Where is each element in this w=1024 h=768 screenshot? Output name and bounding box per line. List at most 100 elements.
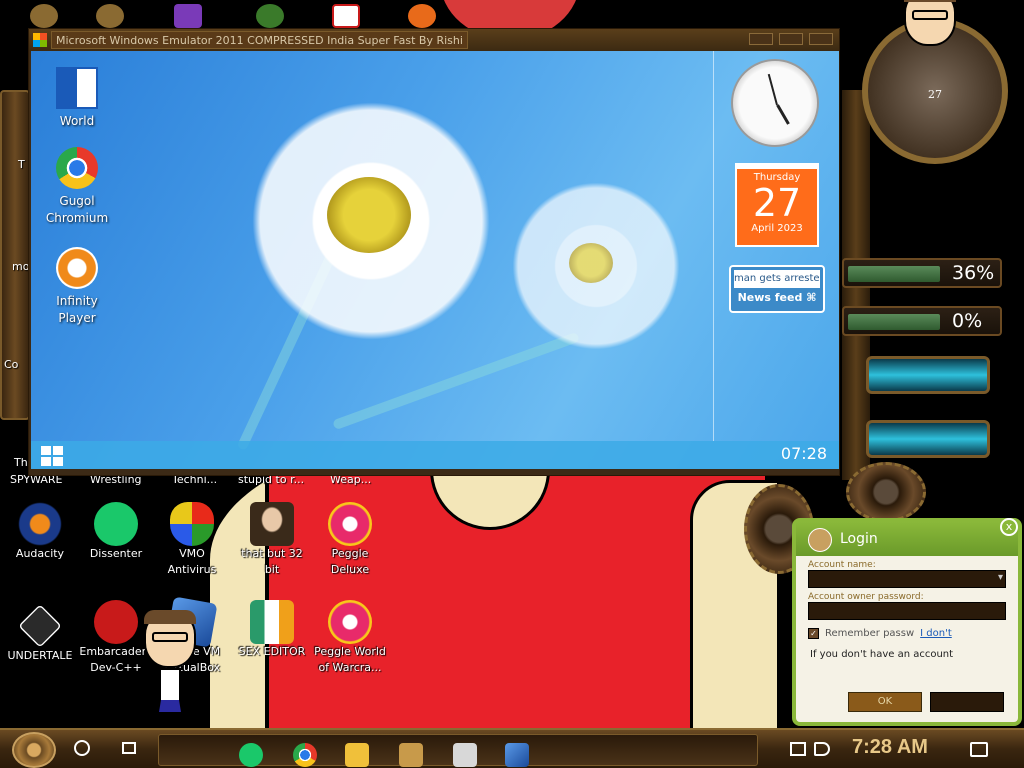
- rss-icon: ⌘: [806, 291, 817, 304]
- dissenter-icon: [94, 502, 138, 546]
- swf-file-icon[interactable]: [332, 4, 360, 28]
- remember-checkbox[interactable]: ✓: [808, 628, 819, 639]
- emulated-desktop[interactable]: World Gugol Chromium Infinity Player Thu…: [31, 51, 839, 469]
- desktop-icon-infinity-player[interactable]: Infinity Player: [39, 247, 115, 327]
- box-icon[interactable]: [399, 743, 423, 767]
- icon-label: SEX EDITOR: [238, 645, 306, 658]
- steampunk-gauge-cylinder: [866, 420, 990, 458]
- login-gadget[interactable]: Login x Account name: ▾ Account owner pa…: [792, 518, 1022, 726]
- cortana-icon[interactable]: [74, 740, 90, 756]
- icon-label: Infinity Player: [56, 294, 98, 325]
- news-feed-label: News feed ⌘: [731, 291, 823, 304]
- ram-meter: 0%: [842, 306, 1002, 336]
- account-name-field[interactable]: ▾: [808, 570, 1006, 588]
- password-label: Account owner password:: [808, 592, 924, 602]
- ram-meter-bar: [848, 314, 940, 330]
- shield-icon: [170, 502, 214, 546]
- desktop-icon-peggle-wow[interactable]: Peggle World of Warcra...: [312, 600, 388, 676]
- window-title: Microsoft Windows Emulator 2011 COMPRESS…: [51, 31, 468, 49]
- login-title: Login: [840, 531, 878, 547]
- top-gear-icon[interactable]: [96, 4, 124, 28]
- volume-mute-icon[interactable]: [814, 742, 830, 756]
- chevron-down-icon[interactable]: ▾: [998, 572, 1003, 583]
- calendar-month: April 2023: [751, 223, 803, 234]
- chrome-icon[interactable]: [293, 743, 317, 767]
- icon-label: VMO Antivirus: [167, 547, 217, 576]
- hank-glasses: [152, 632, 188, 642]
- emulator-window[interactable]: Microsoft Windows Emulator 2011 COMPRESS…: [28, 28, 840, 476]
- icon-label: Gugol Chromium: [45, 194, 109, 225]
- clock-gadget[interactable]: [731, 59, 819, 147]
- visual-studio-icon[interactable]: [174, 4, 202, 28]
- media-player-icon: [56, 247, 98, 289]
- hank-head: [144, 610, 196, 668]
- firefox-icon[interactable]: [408, 4, 436, 28]
- maximize-button[interactable]: [779, 33, 803, 45]
- desktop-icon-peggle-deluxe[interactable]: Peggle Deluxe: [312, 502, 388, 578]
- task-view-icon[interactable]: [118, 738, 140, 758]
- desktop-icon-that-but-32-bit[interactable]: that but 32 bit: [234, 502, 310, 578]
- chrome-icon: [56, 147, 98, 189]
- cancel-button[interactable]: [930, 692, 1004, 712]
- hank-head: [904, 0, 956, 46]
- hank-glasses: [912, 10, 948, 20]
- partial-icon-label[interactable]: Th: [14, 456, 28, 469]
- calendar-date: 27: [752, 181, 802, 225]
- paint-icon[interactable]: [453, 743, 477, 767]
- forgot-link[interactable]: I don't: [920, 628, 952, 639]
- partial-icon-label[interactable]: mo: [12, 260, 29, 273]
- hank-body: [159, 668, 181, 712]
- hank-cartoon: [900, 0, 960, 46]
- icon-label: that but 32 bit: [241, 547, 303, 576]
- minimize-button[interactable]: [749, 33, 773, 45]
- peggle-icon: [328, 502, 372, 546]
- taskbar-clock[interactable]: 7:28 AM: [852, 736, 928, 759]
- tree-icon[interactable]: [256, 4, 284, 28]
- desktop-icon-dissenter[interactable]: Dissenter: [78, 502, 154, 562]
- hank-hair: [904, 0, 956, 2]
- start-button[interactable]: [12, 732, 56, 768]
- peggle-icon: [328, 600, 372, 644]
- notification-icon[interactable]: [970, 742, 988, 757]
- ram-meter-value: 0%: [952, 310, 983, 332]
- dissenter-icon[interactable]: [239, 743, 263, 767]
- window-titlebar[interactable]: Microsoft Windows Emulator 2011 COMPRESS…: [29, 29, 839, 51]
- account-name-label: Account name:: [808, 560, 876, 570]
- desktop-icon-gugol-chromium[interactable]: Gugol Chromium: [39, 147, 115, 227]
- gear-icon: [846, 462, 926, 522]
- virtualbox-icon[interactable]: [505, 743, 529, 767]
- news-feed-label-text: News feed: [737, 291, 803, 304]
- emulated-clock-time[interactable]: 07:28: [781, 444, 827, 463]
- close-button[interactable]: [809, 33, 833, 45]
- desktop-icon-sex-editor[interactable]: SEX EDITOR: [234, 600, 310, 660]
- partial-icon-label[interactable]: T: [18, 158, 25, 171]
- ok-button[interactable]: OK: [848, 692, 922, 712]
- desktop-icon-world[interactable]: World: [39, 67, 115, 130]
- gadget-sidebar-divider: [713, 51, 714, 441]
- unity-icon: [18, 604, 62, 648]
- close-icon[interactable]: x: [1000, 518, 1018, 536]
- top-gear-icon[interactable]: [30, 4, 58, 28]
- system-tray: 7:28 AM: [768, 734, 1024, 766]
- windows-start-icon[interactable]: [41, 446, 63, 466]
- desktop-icon-undertale[interactable]: UNDERTALE: [2, 604, 78, 664]
- steampunk-gauge-cylinder: [866, 356, 990, 394]
- cpu-meter: 36%: [842, 258, 1002, 288]
- portrait-icon: [250, 502, 294, 546]
- word-icon: [56, 67, 98, 109]
- partial-icon-label[interactable]: Co: [4, 358, 18, 371]
- news-headline[interactable]: man gets arreste: [734, 270, 820, 288]
- clock-hour-hand: [776, 104, 790, 125]
- calendar-gadget[interactable]: Thursday 27 April 2023: [735, 163, 819, 247]
- hank-hair: [144, 610, 196, 624]
- desktop-icon-vmo-antivirus[interactable]: VMO Antivirus: [154, 502, 230, 578]
- hank-cartoon: [140, 610, 200, 722]
- password-field[interactable]: [808, 602, 1006, 620]
- folder-icon[interactable]: [345, 743, 369, 767]
- wallpaper-daisy-center: [569, 243, 613, 283]
- network-icon[interactable]: [790, 742, 806, 756]
- cpu-meter-value: 36%: [952, 262, 995, 284]
- desktop-icon-audacity[interactable]: Audacity: [2, 502, 78, 562]
- news-feed-gadget[interactable]: man gets arreste News feed ⌘: [729, 265, 825, 313]
- window-controls: [749, 33, 833, 45]
